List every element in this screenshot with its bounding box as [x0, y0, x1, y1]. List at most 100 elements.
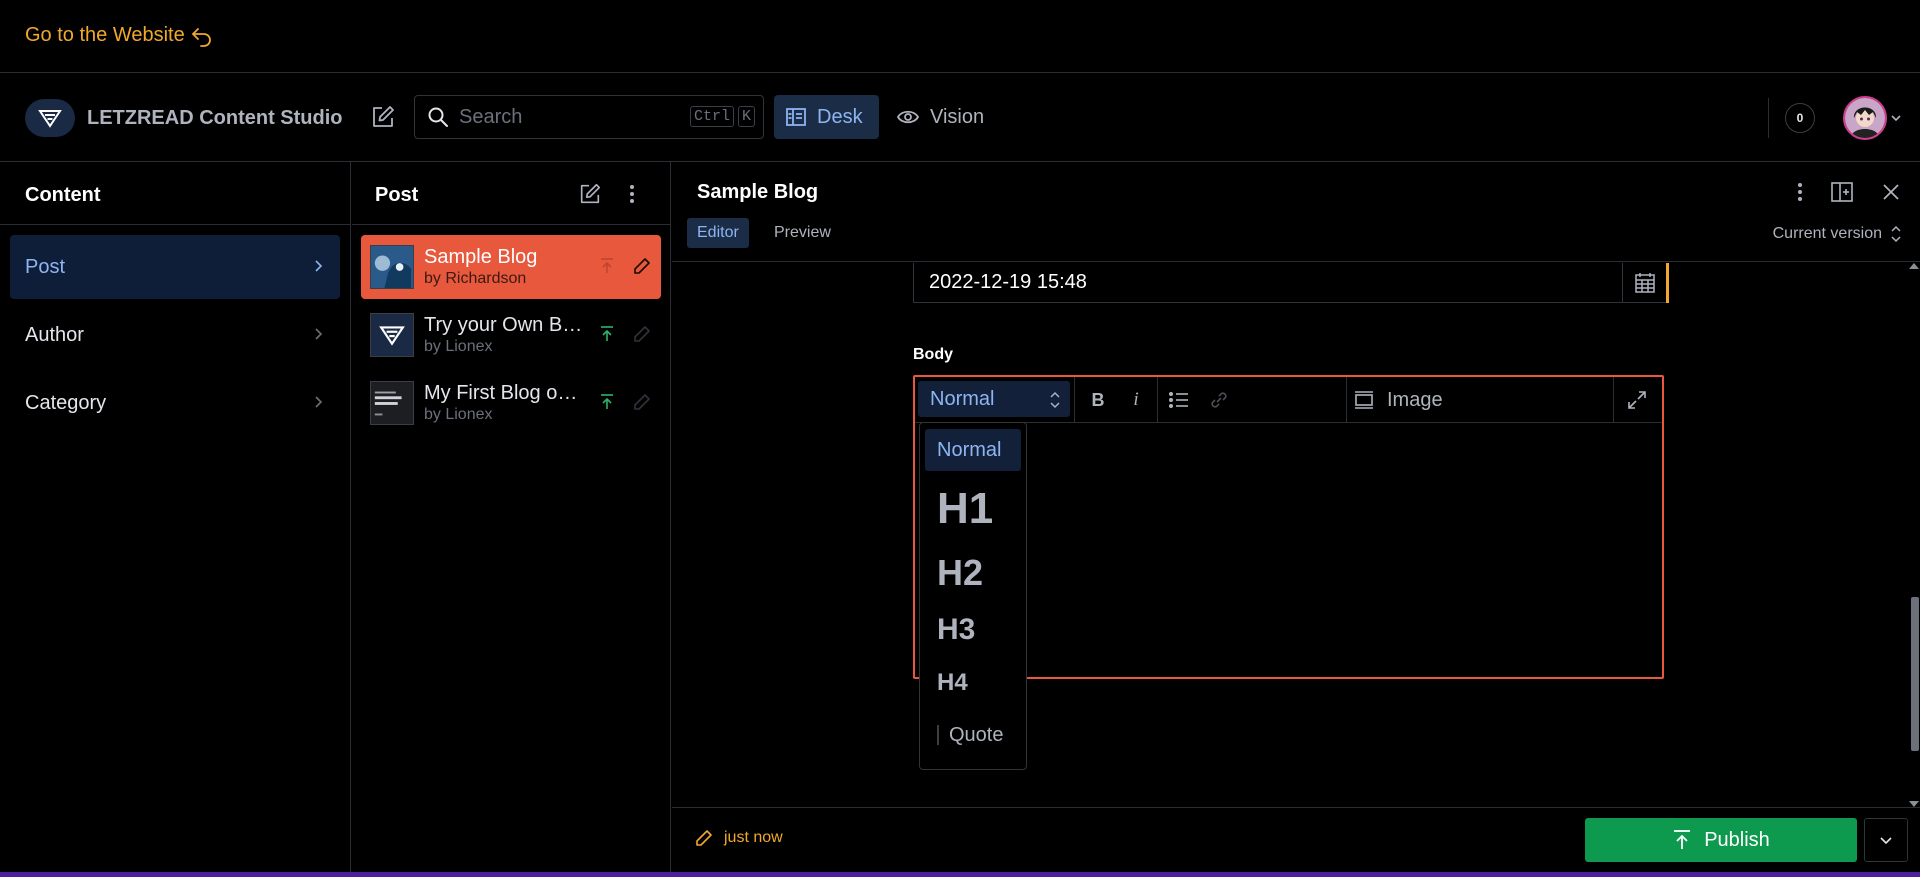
status-text: just now	[724, 829, 783, 846]
post-pane-title: Post	[375, 184, 419, 206]
italic-button[interactable]: i	[1120, 383, 1152, 417]
fullscreen-button[interactable]	[1620, 383, 1654, 417]
document-menu-button[interactable]	[1796, 180, 1804, 204]
style-option-h4[interactable]: H4	[925, 661, 1021, 705]
brand-logo-icon	[25, 99, 75, 137]
more-actions-button[interactable]	[1864, 818, 1908, 862]
draft-status-icon	[633, 325, 651, 343]
version-selector[interactable]: Current version	[1773, 224, 1902, 244]
scroll-up-arrow[interactable]	[1909, 263, 1919, 269]
chevron-up-down-icon	[1049, 390, 1061, 410]
toolbar-separator	[1074, 377, 1075, 423]
chevron-up-down-icon	[1890, 224, 1902, 244]
publish-label: Publish	[1704, 828, 1770, 851]
date-field[interactable]: 2022-12-19 15:48	[913, 263, 1669, 303]
desk-icon	[785, 106, 807, 128]
post-item[interactable]: Try your Own Blog by Lionex	[361, 303, 661, 367]
post-author: by Richardson	[424, 270, 527, 287]
scroll-thumb[interactable]	[1911, 597, 1919, 751]
chevron-down-icon	[1879, 833, 1893, 847]
vision-tool-button[interactable]: Vision	[892, 95, 984, 139]
style-option-h1[interactable]: H1	[925, 477, 1021, 541]
compose-button[interactable]	[370, 104, 396, 130]
block-style-select[interactable]: Normal	[918, 381, 1070, 417]
tab-preview[interactable]: Preview	[764, 218, 841, 248]
post-item[interactable]: My First Blog on Sanity by Lionex	[361, 371, 661, 435]
content-item-category[interactable]: Category	[10, 371, 340, 435]
style-option-quote-label: Quote	[949, 723, 1004, 746]
document-scrollbar[interactable]	[1908, 263, 1920, 807]
go-to-website-link[interactable]: Go to the Website	[25, 22, 215, 48]
link-button[interactable]	[1201, 383, 1237, 417]
post-title: My First Blog on Sanity	[424, 382, 584, 404]
eye-icon	[896, 106, 920, 128]
post-item[interactable]: Sample Blog by Richardson	[361, 235, 661, 299]
chevron-right-icon	[311, 257, 325, 275]
desk-label: Desk	[817, 105, 863, 128]
search-shortcut: Ctrl K	[686, 106, 755, 127]
version-label: Current version	[1772, 225, 1882, 242]
notification-badge[interactable]: 0	[1785, 103, 1815, 133]
block-style-value: Normal	[930, 387, 995, 410]
publish-status-icon	[599, 325, 615, 343]
calendar-icon	[1634, 272, 1656, 294]
draft-status-icon	[633, 393, 651, 411]
toolbar-separator	[1157, 377, 1158, 423]
bullet-list-icon	[1168, 390, 1190, 410]
content-item-post[interactable]: Post	[10, 235, 340, 299]
tab-editor[interactable]: Editor	[687, 218, 749, 248]
bullet-list-button[interactable]	[1161, 383, 1197, 417]
content-item-label: Category	[25, 391, 107, 414]
insert-image-label: Image	[1387, 388, 1443, 411]
go-to-website-label: Go to the Website	[25, 23, 185, 46]
insert-image-button[interactable]: Image	[1353, 383, 1443, 417]
content-pane-title: Content	[25, 184, 101, 206]
style-option-normal[interactable]: Normal	[925, 429, 1021, 471]
post-title: Sample Blog	[424, 246, 538, 268]
publish-button[interactable]: Publish	[1585, 818, 1857, 862]
calendar-button[interactable]	[1622, 263, 1666, 303]
compose-post-button[interactable]	[578, 182, 602, 206]
post-thumbnail	[370, 313, 414, 357]
post-title: Try your Own Blog	[424, 314, 584, 336]
post-list-pane: Post Sample Blog by Richardson Try your …	[352, 162, 671, 872]
post-pane-divider	[352, 224, 670, 225]
document-footer-divider	[672, 807, 1920, 808]
close-icon[interactable]	[1880, 180, 1902, 204]
navbar-divider	[1768, 98, 1769, 138]
toolbar-separator	[1613, 377, 1614, 423]
image-icon	[1353, 390, 1375, 410]
document-title: Sample Blog	[697, 181, 819, 203]
content-item-author[interactable]: Author	[10, 303, 340, 367]
style-option-h2[interactable]: H2	[925, 545, 1021, 601]
style-option-h3[interactable]: H3	[925, 605, 1021, 655]
post-thumbnail	[370, 381, 414, 425]
document-status[interactable]: just now	[694, 828, 783, 848]
bold-button[interactable]: B	[1082, 383, 1114, 417]
avatar	[1843, 96, 1887, 140]
post-author: by Lionex	[424, 406, 493, 423]
link-icon	[1208, 389, 1230, 411]
chevron-down-icon	[1890, 112, 1902, 124]
search-box[interactable]: Ctrl K	[414, 95, 764, 139]
style-option-quote[interactable]: Quote	[925, 713, 1021, 757]
post-author: by Lionex	[424, 338, 493, 355]
bottom-accent-strip	[0, 872, 1920, 877]
user-menu[interactable]	[1843, 96, 1902, 140]
split-pane-icon[interactable]	[1830, 180, 1854, 204]
pencil-icon	[694, 828, 714, 848]
studio-navbar: LETZREAD Content Studio Ctrl K Desk	[0, 74, 1920, 162]
editor-toolbar: Normal B i Image	[915, 377, 1662, 423]
search-input[interactable]	[459, 105, 679, 129]
studio-brand[interactable]: LETZREAD Content Studio	[25, 99, 343, 137]
quote-bar-icon	[937, 725, 939, 745]
publish-status-icon	[599, 393, 615, 411]
document-header-divider	[672, 261, 1920, 262]
content-pane: Content Post Author Category	[0, 162, 351, 872]
post-thumbnail	[370, 245, 414, 289]
block-style-dropdown: Normal H1 H2 H3 H4 Quote	[919, 422, 1027, 770]
date-value[interactable]: 2022-12-19 15:48	[929, 271, 1609, 294]
post-pane-menu-button[interactable]	[628, 182, 636, 206]
desk-tool-button[interactable]: Desk	[774, 95, 879, 139]
draft-status-icon	[633, 257, 651, 275]
